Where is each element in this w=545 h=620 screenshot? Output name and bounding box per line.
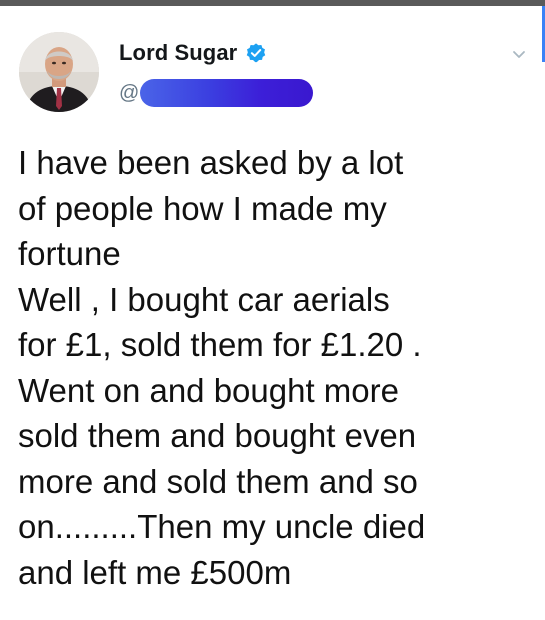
tweet-line: more and sold them and so [18,462,418,500]
tweet-line: Went on and bought more [18,371,399,409]
chevron-down-icon [513,51,525,58]
profile-photo-icon [19,32,99,112]
more-menu-button[interactable] [509,44,529,64]
handle-prefix: @ [119,81,140,104]
handle-redaction [140,79,314,107]
tweet-line: fortune [18,235,121,272]
tweet-line: sold them and bought even [18,417,417,454]
display-name[interactable]: Lord Sugar [119,40,237,66]
author-name-row[interactable]: Lord Sugar [119,40,267,66]
tweet-card: Lord Sugar @ I have been asked by a lot … [0,6,545,620]
tweet-line: I have been asked by a lot [18,144,404,181]
tweet-line: for £1, sold them for £1.20 . [18,326,422,363]
avatar[interactable] [19,32,99,112]
verified-badge-icon [247,43,266,63]
handle-row[interactable]: @ [119,79,314,107]
tweet-line: and left me £500m [18,553,292,591]
tweet-text: I have been asked by a lot of people how… [18,140,533,595]
tweet-line: Well , I bought car aerials [18,280,390,318]
tweet-line: of people how I made my [18,189,387,227]
tweet-line: on.........Then my uncle died [18,508,426,545]
